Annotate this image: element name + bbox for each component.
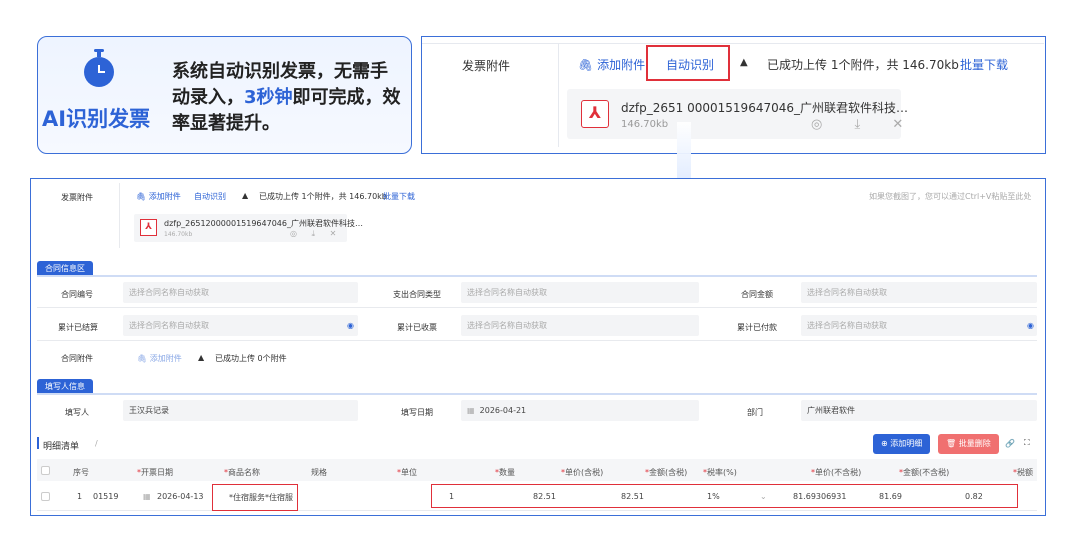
contract-add-attachment-link[interactable]: 🖇 添加附件: [137, 353, 182, 364]
fill-date-input[interactable]: ▦ 2026-04-21: [461, 400, 699, 421]
col-header: *商品名称: [224, 468, 260, 477]
col-header: *数量: [495, 468, 515, 477]
expense-type-label: 支出合同类型: [393, 290, 441, 299]
col-header: *税额: [1013, 468, 1033, 477]
department-input[interactable]: 广州联君软件: [801, 400, 1037, 421]
row-invoice-no: 01519: [93, 492, 119, 501]
col-header: *单位: [397, 468, 417, 477]
col-header: *税率(%): [703, 468, 737, 477]
callout-title: AI识别发票: [42, 107, 151, 131]
invoice-attachment-label: 发票附件: [462, 59, 511, 73]
settled-input[interactable]: 选择合同名称自动获取: [123, 315, 358, 336]
row-date[interactable]: 2026-04-13: [157, 492, 204, 501]
contract-attachment-label: 合同附件: [61, 354, 93, 363]
callout-description: 系统自动识别发票，无需手动录入，3秒钟即可完成，效率显著提升。: [172, 61, 401, 134]
batch-download-link[interactable]: 批量下载: [383, 191, 415, 202]
col-header: *单价(不含税): [811, 468, 862, 477]
received-input[interactable]: 选择合同名称自动获取: [461, 315, 699, 336]
upload-status: 已成功上传 1个附件，共 146.70kb: [767, 58, 959, 72]
fullscreen-icon[interactable]: ⛶: [1024, 438, 1030, 448]
file-name: dzfp_26512000001519647046_广州联君软件科技…: [164, 219, 363, 228]
auto-recognize-link[interactable]: 自动识别: [194, 191, 226, 202]
batch-delete-button[interactable]: 🗑 批量删除: [938, 434, 999, 454]
collapse-caret-icon[interactable]: ▲: [198, 353, 204, 362]
file-size: 146.70kb: [621, 119, 669, 130]
contract-attachment-status: 已成功上传 0个附件: [215, 354, 287, 363]
attachment-file-card[interactable]: ⅄ dzfp_2651 00001519647046_广州联君软件科技… 146…: [567, 89, 908, 139]
select-all-checkbox[interactable]: [41, 466, 50, 475]
calendar-icon: ▦: [143, 492, 151, 501]
paperclip-icon: 🖇: [578, 58, 598, 72]
fill-date-label: 填写日期: [401, 408, 433, 417]
detail-list-title: 明细清单: [43, 442, 80, 452]
zoomed-attachment-panel: 发票附件 🖇 添加附件 自动识别 ▲ 已成功上传 1个附件，共 146.70kb…: [421, 36, 1046, 154]
feature-callout: AI识别发票 系统自动识别发票，无需手动录入，3秒钟即可完成，效率显著提升。: [37, 36, 412, 154]
col-header: *金额(不含税): [899, 468, 950, 477]
col-header: 规格: [311, 468, 327, 477]
stopwatch-icon: [84, 49, 114, 87]
link-icon[interactable]: 🔗: [1005, 439, 1015, 448]
pdf-icon: ⅄: [140, 219, 157, 236]
contract-no-input[interactable]: 选择合同名称自动获取: [123, 282, 358, 303]
calendar-icon: ▦: [467, 406, 475, 415]
reimbursement-form: 发票附件 🖇 添加附件 自动识别 ▲ 已成功上传 1个附件，共 146.70kb…: [30, 178, 1046, 516]
file-actions[interactable]: ◎ ⤓ ✕: [811, 117, 917, 132]
filler-input[interactable]: 王汉兵记录: [123, 400, 358, 421]
highlight-box: [431, 484, 1018, 508]
collapse-caret-icon[interactable]: ▲: [740, 57, 748, 68]
col-header: *单价(含税): [561, 468, 604, 477]
upload-status: 已成功上传 1个附件，共 146.70kb: [259, 192, 387, 201]
department-label: 部门: [747, 408, 763, 417]
paid-label: 累计已付款: [737, 323, 777, 332]
col-header: 序号: [73, 468, 89, 477]
col-header: *金额(含税): [645, 468, 688, 477]
file-name: dzfp_2651 00001519647046_广州联君软件科技…: [621, 101, 908, 115]
highlight-box: [212, 484, 298, 511]
paste-hint: 如果您截图了，您可以通过Ctrl+V粘贴至此处: [869, 192, 1032, 201]
contract-amount-label: 合同金额: [741, 290, 773, 299]
row-checkbox[interactable]: [41, 492, 50, 501]
row-index: 1: [77, 492, 83, 501]
add-attachment-link[interactable]: 🖇 添加附件: [136, 191, 181, 202]
contract-no-label: 合同编号: [61, 290, 93, 299]
file-size: 146.70kb: [164, 231, 193, 238]
col-header: *开票日期: [137, 468, 173, 477]
auto-recognize-link[interactable]: 自动识别: [666, 56, 714, 73]
settled-label: 累计已结算: [58, 323, 98, 332]
add-detail-button[interactable]: ⊕ 添加明细: [873, 434, 931, 454]
eye-icon[interactable]: ◉: [1027, 321, 1034, 330]
paid-input[interactable]: 选择合同名称自动获取: [801, 315, 1037, 336]
collapse-caret-icon[interactable]: ▲: [242, 191, 248, 200]
eye-icon[interactable]: ◉: [347, 321, 354, 330]
filler-label: 填写人: [65, 408, 89, 417]
add-attachment-link[interactable]: 🖇 添加附件: [578, 56, 645, 73]
attachment-file-card[interactable]: ⅄ dzfp_26512000001519647046_广州联君软件科技… 14…: [134, 214, 363, 242]
file-actions[interactable]: ◎ ⤓ ✕: [290, 229, 342, 239]
received-label: 累计已收票: [397, 323, 437, 332]
invoice-attachment-label: 发票附件: [61, 193, 93, 202]
expense-type-input[interactable]: 选择合同名称自动获取: [461, 282, 699, 303]
pdf-icon: ⅄: [581, 100, 609, 128]
detail-slash: /: [95, 439, 98, 448]
contract-amount-input[interactable]: 选择合同名称自动获取: [801, 282, 1037, 303]
batch-download-link[interactable]: 批量下载: [960, 56, 1008, 73]
